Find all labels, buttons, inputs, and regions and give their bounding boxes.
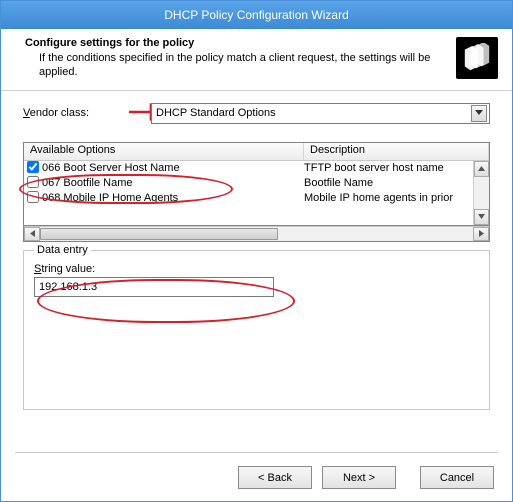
chevron-right-icon bbox=[479, 230, 484, 237]
horizontal-scrollbar[interactable] bbox=[23, 226, 490, 242]
data-entry-group: Data entry String value: bbox=[23, 250, 490, 410]
header-subtext: If the conditions specified in the polic… bbox=[25, 51, 448, 80]
option-checkbox[interactable] bbox=[27, 176, 39, 188]
table-row[interactable]: 068 Mobile IP Home Agents Mobile IP home… bbox=[24, 191, 489, 206]
back-button[interactable]: < Back bbox=[238, 466, 312, 489]
cancel-button[interactable]: Cancel bbox=[420, 466, 494, 489]
back-label: Back bbox=[268, 472, 292, 484]
option-desc: TFTP boot server host name bbox=[304, 162, 489, 174]
option-checkbox[interactable] bbox=[27, 191, 39, 203]
option-checkbox[interactable] bbox=[27, 161, 39, 173]
chevron-down-icon bbox=[478, 214, 485, 219]
options-table: Available Options Description 066 Boot S… bbox=[23, 142, 490, 226]
option-name: 066 Boot Server Host Name bbox=[42, 162, 304, 174]
header-section: Configure settings for the policy If the… bbox=[1, 29, 512, 91]
vendor-class-label: Vendor class: bbox=[23, 107, 113, 119]
vertical-scrollbar[interactable] bbox=[473, 161, 489, 225]
scroll-left-button[interactable] bbox=[24, 227, 40, 241]
vendor-class-value: DHCP Standard Options bbox=[156, 107, 471, 119]
column-header-description[interactable]: Description bbox=[304, 143, 489, 160]
table-row[interactable]: 066 Boot Server Host Name TFTP boot serv… bbox=[24, 161, 489, 176]
combo-dropdown-button[interactable] bbox=[471, 105, 487, 122]
header-heading: Configure settings for the policy bbox=[25, 37, 448, 49]
data-entry-legend: Data entry bbox=[34, 244, 91, 256]
string-value-input[interactable] bbox=[34, 277, 274, 297]
wizard-pages-icon bbox=[456, 37, 498, 79]
divider bbox=[15, 452, 498, 453]
next-button[interactable]: Next > bbox=[322, 466, 396, 489]
scroll-up-button[interactable] bbox=[474, 161, 489, 177]
option-desc: Bootfile Name bbox=[304, 177, 489, 189]
chevron-left-icon bbox=[30, 230, 35, 237]
vendor-class-combo[interactable]: DHCP Standard Options bbox=[151, 103, 490, 124]
wizard-window: DHCP Policy Configuration Wizard Configu… bbox=[0, 0, 513, 502]
option-name: 068 Mobile IP Home Agents bbox=[42, 192, 304, 204]
string-value-label: String value: bbox=[34, 263, 479, 275]
scroll-right-button[interactable] bbox=[473, 227, 489, 241]
chevron-up-icon bbox=[478, 166, 485, 171]
table-row[interactable]: 067 Bootfile Name Bootfile Name bbox=[24, 176, 489, 191]
wizard-buttons: < Back Next > Cancel bbox=[238, 466, 494, 489]
next-label: Next bbox=[343, 472, 366, 484]
option-name: 067 Bootfile Name bbox=[42, 177, 304, 189]
window-title: DHCP Policy Configuration Wizard bbox=[1, 1, 512, 29]
chevron-down-icon bbox=[475, 110, 483, 116]
scroll-thumb[interactable] bbox=[40, 228, 278, 240]
option-desc: Mobile IP home agents in prior bbox=[304, 192, 489, 204]
scroll-down-button[interactable] bbox=[474, 209, 489, 225]
column-header-options[interactable]: Available Options bbox=[24, 143, 304, 160]
